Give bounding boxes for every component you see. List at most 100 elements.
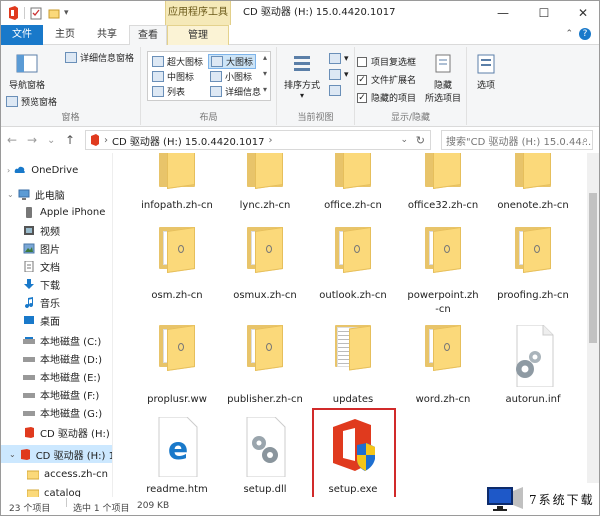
scrollbar-thumb[interactable]	[589, 193, 597, 343]
layout-large-icons[interactable]: 大图标	[208, 54, 257, 69]
nav-item-catalog[interactable]: catalog	[27, 484, 81, 497]
layout-scroll-down-icon[interactable]: ▾	[263, 69, 267, 78]
large-icons-icon	[211, 56, 223, 67]
nav-item-cd-drive-h-expanded[interactable]: ⌄ CD 驱动器 (H:) 15	[1, 445, 112, 463]
picture-icon	[23, 243, 35, 253]
nav-item-local-disk-f[interactable]: 本地磁盘 (F:)	[23, 385, 99, 403]
nav-item-this-pc[interactable]: ⌄ 此电脑	[7, 185, 65, 203]
navigation-pane-button[interactable]: 导航窗格	[5, 53, 49, 91]
ribbon-tabs: 文件 主页 共享 查看 管理 ⌃ ?	[1, 25, 599, 46]
group-by-button[interactable]: ▾	[329, 53, 349, 64]
show-hide-group-label: 显示/隐藏	[390, 113, 431, 123]
item-checkboxes-checkbox[interactable]	[357, 56, 367, 67]
nav-item-local-disk-g[interactable]: 本地磁盘 (G:)	[23, 403, 102, 421]
add-columns-button[interactable]: ▾	[329, 69, 349, 80]
options-icon	[477, 54, 495, 74]
document-icon	[24, 260, 34, 272]
drive-icon	[23, 356, 35, 362]
address-bar[interactable]: › CD 驱动器 (H:) 15.0.4420.1017 › ⌄ ↻	[85, 130, 431, 150]
hidden-items-toggle[interactable]: ✓ 隐藏的项目	[357, 91, 416, 104]
sort-by-icon	[294, 56, 310, 71]
layout-gallery: 超大图标 大图标 中图标 小图标 列表 详细信息	[147, 51, 271, 101]
preview-pane-button[interactable]: 预览窗格	[6, 95, 57, 108]
layout-group: 超大图标 大图标 中图标 小图标 列表 详细信息 ▴ ▾ ▾ 布局	[141, 47, 277, 125]
nav-item-access-zh-cn[interactable]: access.zh-cn	[27, 465, 108, 483]
maximize-button[interactable]: ☐	[528, 1, 560, 25]
hide-selected-icon	[435, 54, 451, 73]
layout-small-icons[interactable]: 小图标	[210, 70, 252, 83]
nav-item-music[interactable]: 音乐	[23, 293, 60, 311]
explorer-window: ▾ 应用程序工具 CD 驱动器 (H:) 15.0.4420.1017 — ☐ …	[0, 0, 600, 516]
layout-extra-large-icons[interactable]: 超大图标	[152, 55, 203, 68]
recent-locations-button[interactable]: ⌄	[47, 135, 55, 146]
breadcrumb-path[interactable]: CD 驱动器 (H:) 15.0.4420.1017	[112, 133, 264, 148]
size-columns-button[interactable]	[329, 85, 344, 96]
file-extensions-toggle[interactable]: ✓ 文件扩展名	[357, 73, 416, 86]
download-icon	[24, 278, 34, 289]
minimize-button[interactable]: —	[487, 1, 519, 25]
selected-size: 209 KB	[137, 501, 170, 511]
sort-by-button[interactable]: 排序方式 ▾	[279, 53, 325, 100]
hide-selected-items-button[interactable]: 隐藏 所选项目	[421, 53, 465, 104]
options-button[interactable]: 选项	[471, 53, 501, 91]
vertical-scrollbar[interactable]	[587, 153, 599, 497]
nav-item-desktop[interactable]: 桌面	[23, 311, 60, 329]
drive-icon	[23, 374, 35, 380]
office-drive-icon	[20, 448, 30, 460]
item-checkboxes-toggle[interactable]: 项目复选框	[357, 55, 416, 68]
file-extensions-checkbox[interactable]: ✓	[357, 74, 367, 85]
office-setup-icon	[333, 419, 375, 471]
search-box[interactable]: 搜索"CD 驱动器 (H:) 15.0.44... ⌕	[441, 130, 593, 150]
drive-icon	[23, 336, 35, 344]
search-input[interactable]: 搜索"CD 驱动器 (H:) 15.0.44...	[446, 133, 591, 148]
drive-icon	[23, 410, 35, 416]
help-icon[interactable]: ?	[579, 28, 591, 40]
video-icon	[24, 225, 34, 235]
layout-expand-icon[interactable]: ▾	[263, 85, 267, 94]
nav-item-local-disk-e[interactable]: 本地磁盘 (E:)	[23, 367, 101, 385]
layout-scroll-up-icon[interactable]: ▴	[263, 53, 267, 62]
tab-home[interactable]: 主页	[47, 25, 83, 45]
layout-details[interactable]: 详细信息	[210, 85, 261, 98]
navigation-pane-icon	[16, 54, 38, 73]
tab-file[interactable]: 文件	[1, 25, 43, 45]
layout-list[interactable]: 列表	[152, 85, 185, 98]
new-folder-icon[interactable]	[48, 7, 60, 19]
current-view-group-label: 当前视图	[297, 113, 334, 123]
nav-item-local-disk-d[interactable]: 本地磁盘 (D:)	[23, 349, 102, 367]
item-count: 23 个项目	[9, 504, 51, 514]
nav-item-local-disk-c[interactable]: 本地磁盘 (C:)	[23, 331, 101, 349]
nav-item-apple-iphone[interactable]: Apple iPhone	[23, 203, 105, 221]
preview-pane-icon	[6, 96, 18, 107]
context-tab-application-tools: 应用程序工具	[165, 1, 231, 25]
back-button[interactable]: ←	[7, 133, 17, 147]
edge-html-file-icon: e	[158, 417, 198, 477]
nav-item-videos[interactable]: 视频	[23, 221, 60, 239]
tab-share[interactable]: 共享	[89, 25, 125, 45]
breadcrumb-separator: ›	[104, 134, 108, 146]
layout-medium-icons[interactable]: 中图标	[152, 70, 194, 83]
customize-toolbar-icon[interactable]: ▾	[64, 8, 69, 18]
properties-icon[interactable]	[30, 7, 42, 20]
close-button[interactable]: ✕	[567, 1, 599, 25]
nav-item-onedrive[interactable]: › OneDrive	[7, 161, 78, 179]
nav-item-downloads[interactable]: 下载	[23, 275, 60, 293]
details-icon	[210, 86, 222, 97]
nav-item-pictures[interactable]: 图片	[23, 239, 60, 257]
hidden-items-checkbox[interactable]: ✓	[357, 92, 367, 103]
tab-manage[interactable]: 管理	[167, 25, 229, 46]
forward-button[interactable]: →	[27, 133, 37, 147]
quick-access-toolbar: ▾	[7, 5, 69, 21]
nav-item-documents[interactable]: 文档	[23, 257, 60, 275]
up-button[interactable]: ↑	[65, 133, 75, 147]
pane-group-label: 窗格	[61, 113, 80, 123]
details-pane-button[interactable]: 详细信息窗格	[65, 51, 134, 64]
nav-item-cd-drive-h[interactable]: CD 驱动器 (H:)	[23, 423, 110, 441]
details-pane-icon	[65, 52, 77, 63]
refresh-icon[interactable]: ↻	[416, 134, 425, 147]
address-dropdown-icon[interactable]: ⌄	[400, 135, 408, 145]
small-icons-icon	[210, 71, 222, 82]
tab-view[interactable]: 查看	[129, 25, 167, 46]
ribbon-collapse-icon[interactable]: ⌃	[565, 29, 573, 39]
cloud-icon	[14, 166, 26, 173]
